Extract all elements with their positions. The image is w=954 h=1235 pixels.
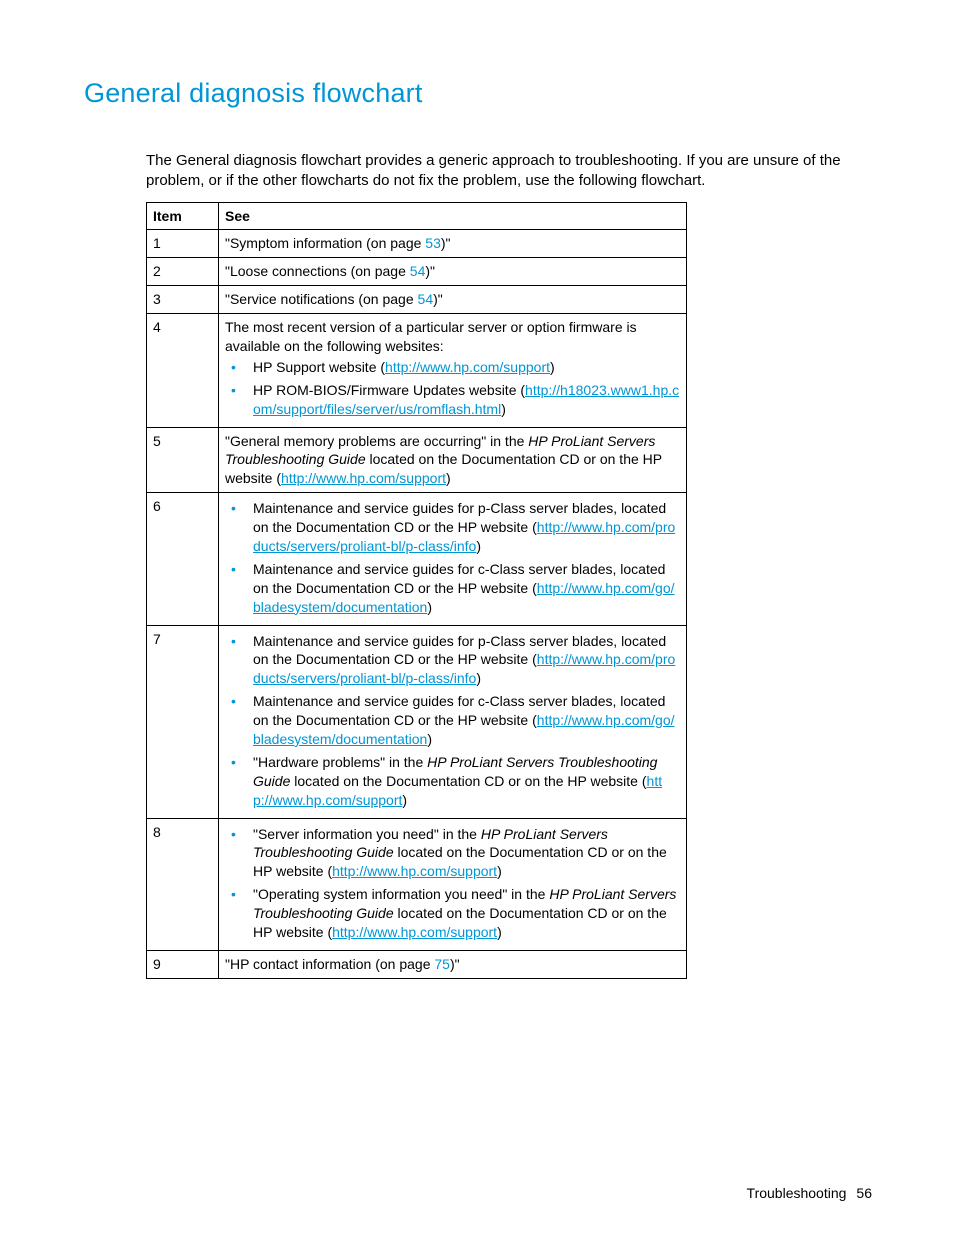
table-row: 2 "Loose connections (on page 54)" bbox=[147, 258, 687, 286]
see-cell: "Service notifications (on page 54)" bbox=[219, 286, 687, 314]
footer-page-number: 56 bbox=[856, 1185, 872, 1201]
list-item: Maintenance and service guides for c-Cla… bbox=[245, 560, 680, 617]
text: ) bbox=[497, 924, 502, 940]
item-number: 8 bbox=[147, 818, 219, 950]
text: "Service notifications (on page bbox=[225, 291, 418, 307]
text: "General memory problems are occurring" … bbox=[225, 433, 528, 449]
list-item: "Server information you need" in the HP … bbox=[245, 825, 680, 882]
page-link[interactable]: 53 bbox=[425, 235, 441, 251]
list-item: HP ROM-BIOS/Firmware Updates website (ht… bbox=[245, 381, 680, 419]
text: "Server information you need" in the bbox=[253, 826, 481, 842]
page-title: General diagnosis flowchart bbox=[84, 78, 874, 109]
text: "Operating system information you need" … bbox=[253, 886, 549, 902]
reference-table: Item See 1 "Symptom information (on page… bbox=[146, 202, 687, 979]
list-item: Maintenance and service guides for p-Cla… bbox=[245, 499, 680, 556]
document-page: General diagnosis flowchart The General … bbox=[0, 0, 954, 1235]
list-item: Maintenance and service guides for c-Cla… bbox=[245, 692, 680, 749]
text: ) bbox=[550, 359, 555, 375]
text: ) bbox=[427, 599, 432, 615]
item-number: 7 bbox=[147, 625, 219, 818]
table-row: 9 "HP contact information (on page 75)" bbox=[147, 950, 687, 978]
text: ) bbox=[402, 792, 407, 808]
hyperlink[interactable]: http://www.hp.com/support bbox=[332, 924, 497, 940]
page-link[interactable]: 75 bbox=[434, 956, 450, 972]
item-number: 5 bbox=[147, 427, 219, 493]
text: "Loose connections (on page bbox=[225, 263, 410, 279]
page-link[interactable]: 54 bbox=[410, 263, 426, 279]
see-cell: "HP contact information (on page 75)" bbox=[219, 950, 687, 978]
table-row: 7 Maintenance and service guides for p-C… bbox=[147, 625, 687, 818]
text: "Symptom information (on page bbox=[225, 235, 425, 251]
header-see: See bbox=[219, 202, 687, 230]
table-row: 3 "Service notifications (on page 54)" bbox=[147, 286, 687, 314]
text: HP Support website ( bbox=[253, 359, 385, 375]
see-cell: Maintenance and service guides for p-Cla… bbox=[219, 493, 687, 625]
text: located on the Documentation CD or on th… bbox=[290, 773, 646, 789]
text: "Hardware problems" in the bbox=[253, 754, 427, 770]
hyperlink[interactable]: http://www.hp.com/support bbox=[281, 470, 446, 486]
text: ) bbox=[446, 470, 451, 486]
text: ) bbox=[497, 863, 502, 879]
text: HP ROM-BIOS/Firmware Updates website ( bbox=[253, 382, 525, 398]
hyperlink[interactable]: http://www.hp.com/support bbox=[385, 359, 550, 375]
header-item: Item bbox=[147, 202, 219, 230]
table-row: 1 "Symptom information (on page 53)" bbox=[147, 230, 687, 258]
text: )" bbox=[450, 956, 460, 972]
list-item: Maintenance and service guides for p-Cla… bbox=[245, 632, 680, 689]
text: )" bbox=[433, 291, 443, 307]
text: ) bbox=[476, 670, 481, 686]
footer-section: Troubleshooting bbox=[747, 1185, 847, 1201]
table-row: 8 "Server information you need" in the H… bbox=[147, 818, 687, 950]
see-cell: "General memory problems are occurring" … bbox=[219, 427, 687, 493]
table-row: 4 The most recent version of a particula… bbox=[147, 314, 687, 427]
see-cell: Maintenance and service guides for p-Cla… bbox=[219, 625, 687, 818]
item-number: 2 bbox=[147, 258, 219, 286]
text: ) bbox=[501, 401, 506, 417]
hyperlink[interactable]: http://www.hp.com/support bbox=[332, 863, 497, 879]
item-number: 1 bbox=[147, 230, 219, 258]
bullet-list: Maintenance and service guides for p-Cla… bbox=[225, 499, 680, 616]
see-cell: "Loose connections (on page 54)" bbox=[219, 258, 687, 286]
see-cell: "Server information you need" in the HP … bbox=[219, 818, 687, 950]
page-link[interactable]: 54 bbox=[418, 291, 434, 307]
bullet-list: HP Support website (http://www.hp.com/su… bbox=[225, 358, 680, 419]
list-item: "Operating system information you need" … bbox=[245, 885, 680, 942]
item-number: 4 bbox=[147, 314, 219, 427]
see-cell: The most recent version of a particular … bbox=[219, 314, 687, 427]
list-item: "Hardware problems" in the HP ProLiant S… bbox=[245, 753, 680, 810]
text: "HP contact information (on page bbox=[225, 956, 434, 972]
bullet-list: "Server information you need" in the HP … bbox=[225, 825, 680, 942]
item-number: 6 bbox=[147, 493, 219, 625]
text: ) bbox=[476, 538, 481, 554]
lead-text: The most recent version of a particular … bbox=[225, 318, 680, 356]
bullet-list: Maintenance and service guides for p-Cla… bbox=[225, 632, 680, 810]
see-cell: "Symptom information (on page 53)" bbox=[219, 230, 687, 258]
item-number: 9 bbox=[147, 950, 219, 978]
text: ) bbox=[427, 731, 432, 747]
text: )" bbox=[441, 235, 451, 251]
table-row: 5 "General memory problems are occurring… bbox=[147, 427, 687, 493]
page-footer: Troubleshooting 56 bbox=[747, 1185, 872, 1201]
item-number: 3 bbox=[147, 286, 219, 314]
intro-paragraph: The General diagnosis flowchart provides… bbox=[84, 151, 874, 192]
text: )" bbox=[425, 263, 435, 279]
table-header-row: Item See bbox=[147, 202, 687, 230]
list-item: HP Support website (http://www.hp.com/su… bbox=[245, 358, 680, 377]
table-row: 6 Maintenance and service guides for p-C… bbox=[147, 493, 687, 625]
